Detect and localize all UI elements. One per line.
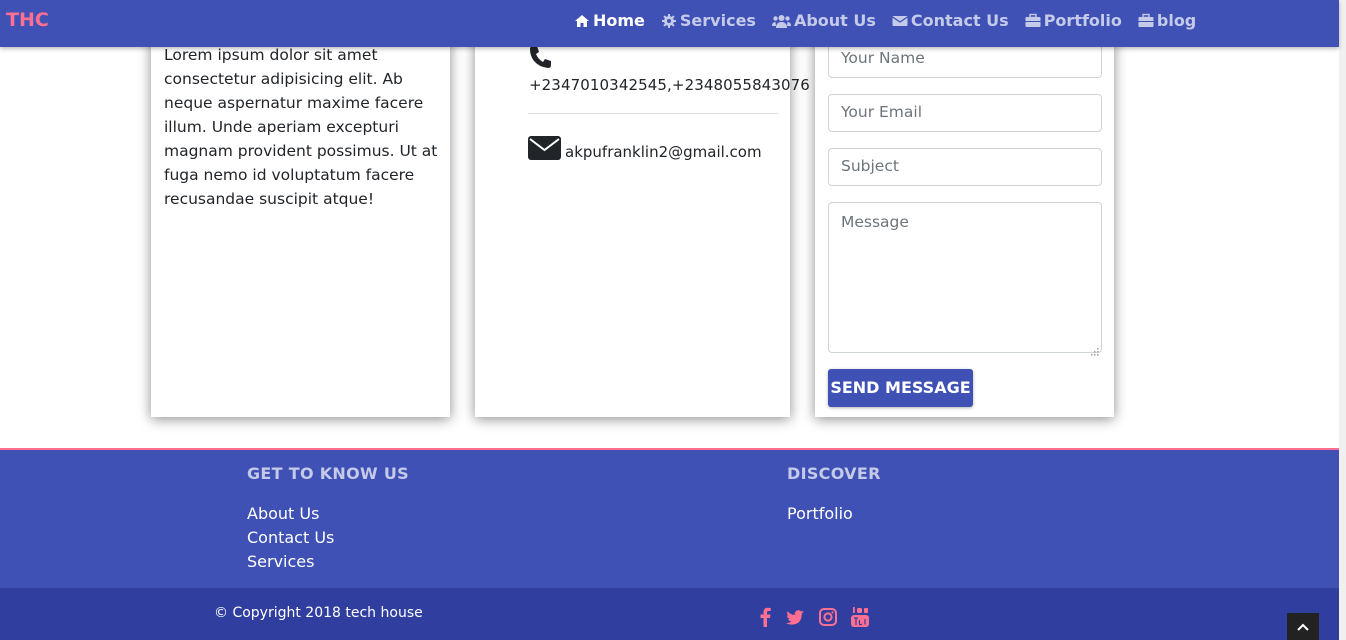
home-icon — [574, 13, 590, 29]
briefcase-icon — [1138, 13, 1154, 29]
footer-link-contact[interactable]: Contact Us — [247, 528, 334, 547]
envelope-icon — [892, 13, 908, 29]
bottom-bar — [0, 588, 1339, 640]
name-placeholder: Your Name — [841, 49, 925, 67]
phone-icon — [528, 44, 554, 70]
nav-link-portfolio[interactable]: Portfolio — [1025, 11, 1122, 30]
subject-placeholder: Subject — [841, 157, 899, 175]
instagram-icon[interactable] — [818, 606, 838, 628]
users-icon — [771, 13, 791, 29]
footer-link-about[interactable]: About Us — [247, 504, 319, 523]
brand-logo[interactable]: THC — [6, 9, 49, 31]
footer-link-portfolio[interactable]: Portfolio — [787, 504, 853, 523]
youtube-icon[interactable] — [850, 606, 870, 628]
nav-link-home[interactable]: Home — [574, 11, 645, 30]
divider — [528, 113, 778, 114]
briefcase-icon — [1025, 13, 1041, 29]
nav-label: Services — [679, 11, 756, 30]
page-scrollbar[interactable] — [1339, 0, 1346, 640]
nav-link-blog[interactable]: blog — [1138, 11, 1196, 30]
send-message-button[interactable]: SEND MESSAGE — [828, 369, 973, 407]
email-placeholder: Your Email — [841, 103, 923, 121]
facebook-icon[interactable] — [756, 606, 776, 628]
subject-input[interactable]: Subject — [828, 148, 1102, 186]
scroll-to-top-button[interactable] — [1287, 613, 1319, 640]
email-input[interactable]: Your Email — [828, 94, 1102, 132]
envelope-icon — [528, 135, 561, 161]
footer-heading-know: GET TO KNOW US — [247, 464, 409, 483]
twitter-icon[interactable] — [785, 606, 805, 628]
nav-label: Contact Us — [910, 11, 1009, 30]
chevron-up-icon — [1297, 623, 1309, 631]
phone-numbers: +2347010342545,+2348055843076 — [529, 76, 810, 94]
message-textarea[interactable]: Message — [828, 202, 1102, 356]
gear-icon — [661, 13, 677, 29]
nav-label: Portfolio — [1043, 11, 1122, 30]
nav-link-contact[interactable]: Contact Us — [892, 11, 1009, 30]
contact-email[interactable]: akpufranklin2@gmail.com — [565, 143, 762, 161]
nav-links: Home Services About Us Contact Us Portfo… — [574, 11, 1212, 30]
copyright-text: © Copyright 2018 tech house — [214, 605, 423, 621]
about-text: Lorem ipsum dolor sit amet consectetur a… — [164, 46, 438, 208]
footer-heading-discover: DISCOVER — [787, 464, 881, 483]
message-placeholder: Message — [841, 213, 909, 231]
nav-link-services[interactable]: Services — [661, 11, 756, 30]
resize-grip-icon[interactable] — [1091, 342, 1099, 356]
footer-link-services[interactable]: Services — [247, 552, 314, 571]
nav-label: Home — [593, 11, 645, 30]
navbar: THC Home Services About Us Contact Us Po… — [0, 0, 1339, 47]
nav-label: blog — [1156, 11, 1197, 30]
nav-label: About Us — [793, 11, 876, 30]
footer — [0, 450, 1339, 588]
nav-link-about[interactable]: About Us — [771, 11, 876, 30]
